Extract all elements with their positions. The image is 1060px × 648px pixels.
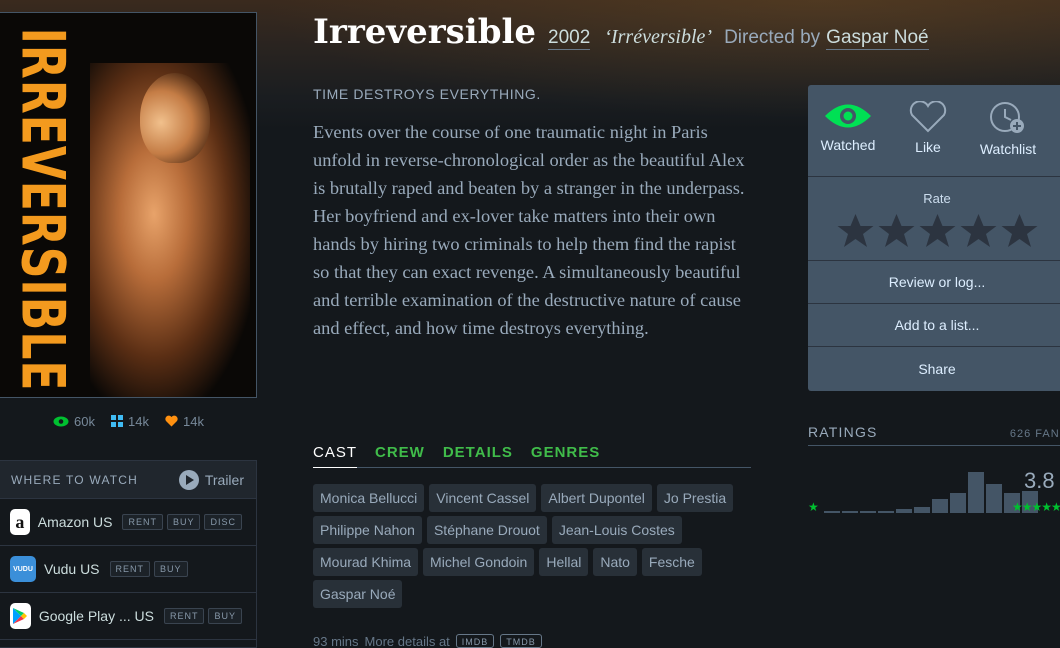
disc-option[interactable]: DISC (204, 514, 242, 530)
where-to-watch-label: WHERE TO WATCH (11, 472, 139, 487)
more-details-label: More details at (364, 634, 450, 648)
where-to-watch-header: WHERE TO WATCH Trailer (0, 461, 256, 499)
service-row-google-play[interactable]: Google Play ... US RENT BUY (0, 593, 256, 640)
cast-chip[interactable]: Mourad Khima (313, 548, 419, 576)
film-poster[interactable]: IRREVERSIBLE (0, 12, 257, 398)
histogram-bar[interactable] (914, 507, 930, 513)
film-title: Irreversible (313, 12, 537, 52)
google-play-logo-icon (10, 603, 31, 629)
eye-icon (825, 104, 871, 128)
rent-option[interactable]: RENT (122, 514, 163, 530)
cast-list: Monica Bellucci Vincent Cassel Albert Du… (313, 484, 753, 608)
histogram-bar[interactable] (968, 472, 984, 513)
cast-chip[interactable]: Nato (593, 548, 637, 576)
likes-count[interactable]: 14k (165, 410, 204, 432)
film-actions-panel: Watched Like Watchlist Rate Review or lo… (808, 85, 1060, 391)
film-header: Irreversible 2002 ‘Irréversible’ Directe… (313, 12, 1053, 56)
film-synopsis: Events over the course of one traumatic … (313, 122, 745, 338)
tab-details[interactable]: DETAILS (443, 444, 513, 467)
ratings-header: RATINGS 626 FANS (808, 424, 1060, 446)
clock-plus-icon (990, 102, 1024, 133)
film-meta-line: 93 mins More details at IMDB TMDB (313, 634, 542, 648)
runtime: 93 mins (313, 634, 359, 648)
low-star-icon: ★ (808, 500, 819, 514)
action-icons-row: Watched Like Watchlist (808, 85, 1060, 177)
cast-chip[interactable]: Fesche (641, 548, 702, 576)
eye-icon (53, 416, 69, 426)
histogram-bar[interactable] (896, 509, 912, 513)
film-tabs: CAST CREW DETAILS GENRES (313, 444, 751, 468)
cast-chip[interactable]: Albert Dupontel (541, 484, 652, 512)
trailer-link[interactable]: Trailer (178, 469, 244, 490)
star-icon[interactable] (835, 212, 876, 250)
cast-chip[interactable]: Gaspar Noé (313, 580, 403, 608)
poster-head (140, 73, 210, 163)
director-link[interactable]: Gaspar Noé (826, 27, 929, 50)
histogram-bar[interactable] (824, 511, 840, 513)
star-icon[interactable] (999, 212, 1040, 250)
film-year-link[interactable]: 2002 (548, 27, 591, 50)
directed-by-label: Directed by (724, 27, 821, 48)
add-to-list-button[interactable]: Add to a list... (808, 304, 1060, 347)
star-icon[interactable] (958, 212, 999, 250)
histogram-bar[interactable] (950, 493, 966, 513)
original-title: ‘Irréversible’ (604, 26, 713, 48)
histogram-bar[interactable] (842, 511, 858, 513)
watched-button[interactable]: Watched (808, 85, 888, 176)
vudu-logo-icon: VUDU (10, 556, 36, 582)
buy-option[interactable]: BUY (208, 608, 242, 624)
histogram-bar[interactable] (878, 511, 894, 513)
cast-chip[interactable]: Monica Bellucci (313, 484, 425, 512)
buy-option[interactable]: BUY (154, 561, 188, 577)
heart-icon (165, 415, 178, 427)
film-stats: 60k 14k 14k (0, 410, 257, 432)
rent-option[interactable]: RENT (109, 561, 151, 577)
histogram-bar[interactable] (860, 511, 876, 513)
grid-icon (111, 415, 124, 427)
where-to-watch-panel: WHERE TO WATCH Trailer a Amazon US RENT … (0, 460, 257, 648)
like-button[interactable]: Like (888, 85, 968, 176)
buy-option[interactable]: BUY (166, 514, 201, 530)
share-button[interactable]: Share (808, 347, 1060, 390)
tab-cast[interactable]: CAST (313, 444, 358, 468)
cast-chip[interactable]: Vincent Cassel (429, 484, 537, 512)
service-row-vudu[interactable]: VUDU Vudu US RENT BUY (0, 546, 256, 593)
cast-chip[interactable]: Stéphane Drouot (426, 516, 547, 544)
high-stars-icon: ★★★★★ (1012, 500, 1060, 514)
review-button[interactable]: Review or log... (808, 261, 1060, 304)
star-icon[interactable] (917, 212, 958, 250)
film-tagline: TIME DESTROYS EVERYTHING. (313, 86, 541, 102)
cast-chip[interactable]: Jo Prestia (656, 484, 734, 512)
service-row-amazon[interactable]: a Amazon US RENT BUY DISC (0, 499, 256, 546)
star-icon[interactable] (876, 212, 917, 250)
histogram-bar[interactable] (932, 499, 948, 513)
cast-chip[interactable]: Michel Gondoin (423, 548, 535, 576)
histogram-bar[interactable] (986, 484, 1002, 513)
heart-outline-icon (909, 101, 947, 133)
fans-count[interactable]: 626 FANS (1010, 428, 1060, 445)
cast-chip[interactable]: Hellal (539, 548, 589, 576)
tab-genres[interactable]: GENRES (531, 444, 600, 467)
ratings-title[interactable]: RATINGS (808, 424, 878, 445)
watchlist-button[interactable]: Watchlist (968, 85, 1048, 176)
rate-label: Rate (923, 191, 951, 206)
rating-stars[interactable] (808, 212, 1060, 250)
cast-chip[interactable]: Jean-Louis Costes (551, 516, 682, 544)
imdb-link[interactable]: IMDB (455, 634, 495, 648)
poster-title-art: IRREVERSIBLE (7, 27, 77, 391)
amazon-logo-icon: a (10, 509, 30, 535)
play-icon (178, 469, 199, 490)
tmdb-link[interactable]: TMDB (500, 634, 542, 648)
rate-section: Rate (808, 177, 1060, 261)
tab-crew[interactable]: CREW (375, 444, 425, 467)
watched-count[interactable]: 60k (53, 410, 95, 432)
cast-chip[interactable]: Philippe Nahon (313, 516, 422, 544)
rent-option[interactable]: RENT (163, 608, 205, 624)
lists-count[interactable]: 14k (111, 410, 149, 432)
average-rating[interactable]: 3.8 (1024, 468, 1055, 494)
